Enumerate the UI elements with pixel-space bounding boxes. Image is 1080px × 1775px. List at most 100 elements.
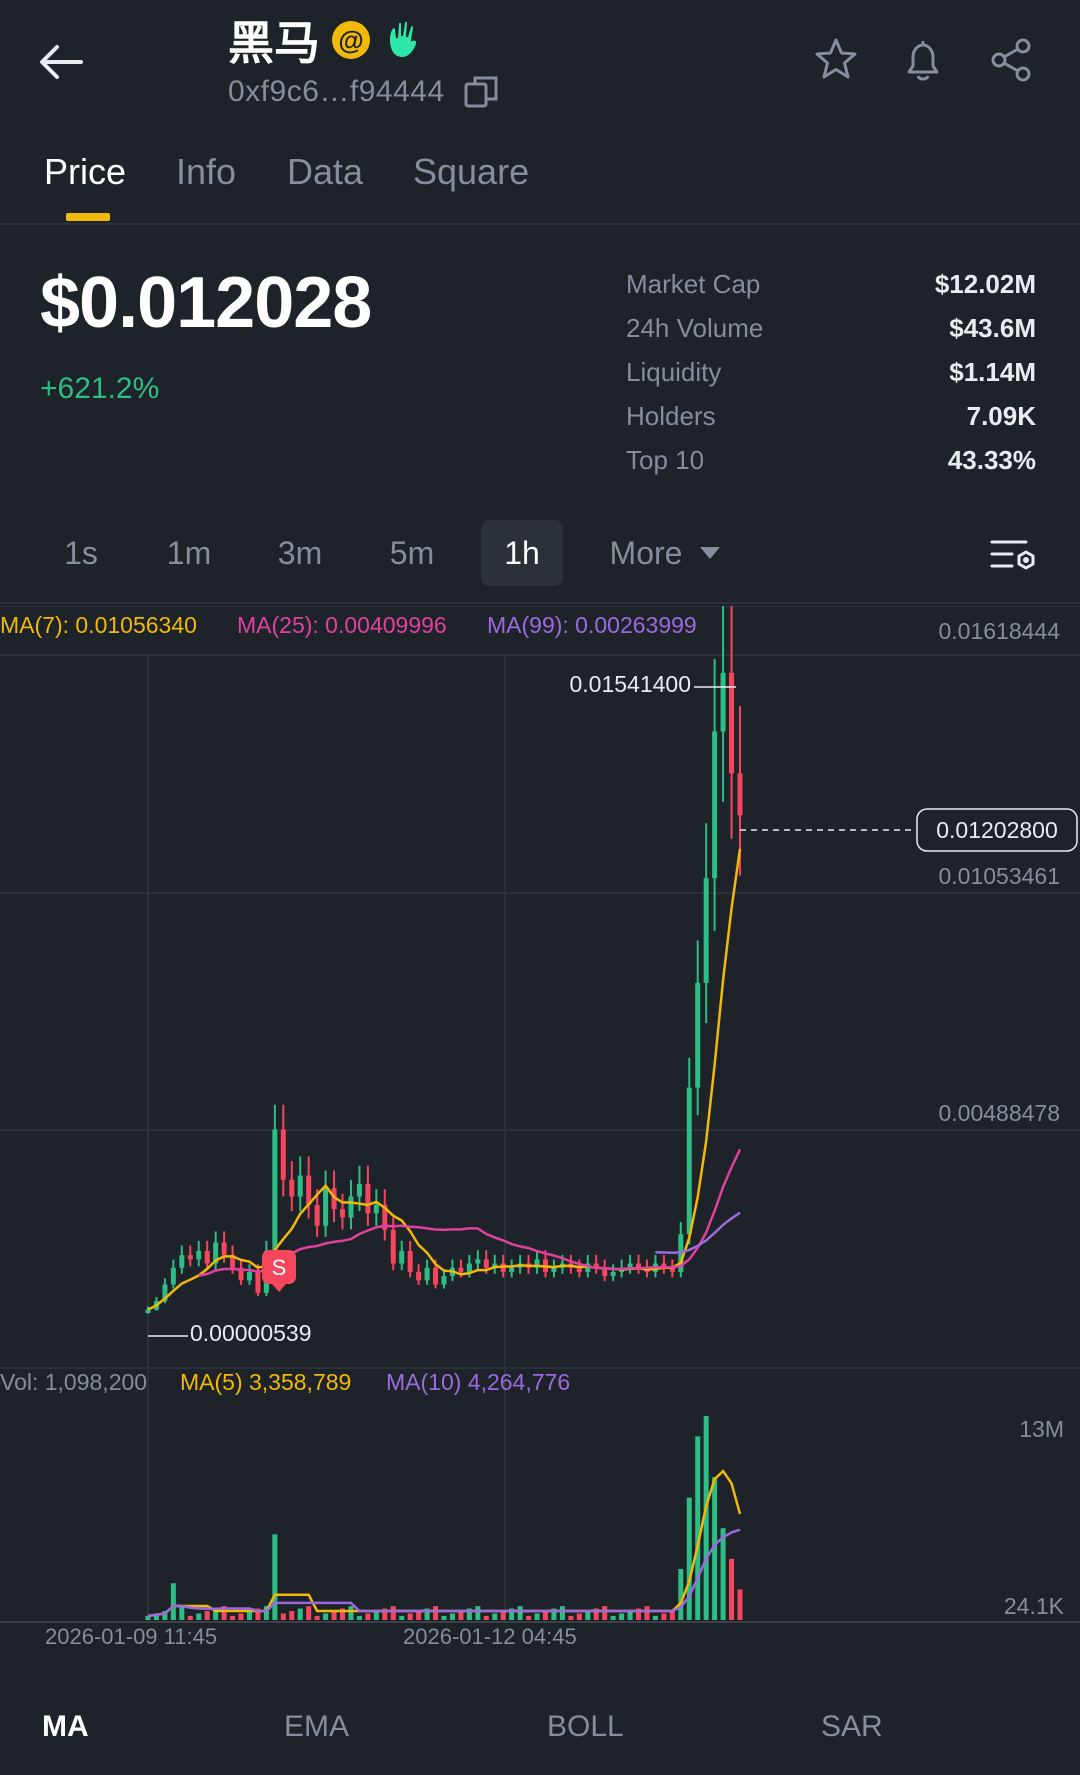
volume-bar (196, 1613, 202, 1620)
tab-data[interactable]: Data (287, 151, 363, 193)
candle (720, 672, 726, 732)
candle (695, 982, 701, 1088)
volume-bar (441, 1615, 447, 1620)
volume-legend-1: MA(5) 3,358,789 (180, 1369, 351, 1395)
candle (356, 1183, 362, 1197)
volume-bar (204, 1611, 210, 1620)
volume-bar (306, 1606, 312, 1620)
volume-bar (729, 1558, 735, 1620)
candle (340, 1209, 346, 1218)
candle (483, 1259, 489, 1268)
candle (441, 1276, 447, 1285)
candle (509, 1267, 515, 1272)
candle (373, 1204, 379, 1214)
volume-bar (289, 1611, 295, 1620)
arrow-left-icon (40, 45, 83, 79)
share-button[interactable] (981, 30, 1041, 90)
interval-more[interactable]: More (600, 520, 730, 586)
candle (196, 1250, 202, 1260)
candle (390, 1230, 396, 1264)
stat-label: Holders (626, 400, 716, 431)
indicator-ma[interactable]: MA (42, 1710, 89, 1744)
volume-bar (483, 1615, 489, 1620)
stat-label: Top 10 (626, 444, 705, 475)
volume-bar (246, 1611, 252, 1620)
current-price-label: 0.01202800 (936, 817, 1058, 843)
price-chart[interactable]: MA(7): 0.01056340 MA(25): 0.00409996 MA(99… (0, 606, 1080, 1656)
candle (407, 1250, 413, 1272)
candle (729, 672, 735, 774)
volume-bar (526, 1615, 532, 1620)
indicator-boll[interactable]: BOLL (547, 1710, 624, 1744)
volume-bar (695, 1436, 701, 1620)
volume-ma5-line (147, 1469, 742, 1618)
volume-bar (568, 1615, 574, 1620)
stat-label: Liquidity (626, 356, 722, 387)
volume-bar (365, 1613, 371, 1620)
low-price-label: 0.00000539 (190, 1320, 312, 1346)
candle (297, 1175, 303, 1197)
tab-active-indicator (66, 213, 110, 221)
indicator-ema[interactable]: EMA (284, 1710, 349, 1744)
chart-settings-icon[interactable] (988, 532, 1038, 582)
share-icon (991, 38, 1031, 82)
back-button[interactable] (28, 30, 92, 94)
stat-liquidity: Liquidity $1.14M (626, 350, 1036, 394)
interval-1h[interactable]: 1h (481, 520, 563, 586)
interval-more-label: More (609, 534, 683, 571)
current-price: $0.012028 (40, 263, 372, 343)
stat-label: 24h Volume (626, 312, 764, 343)
interval-3m[interactable]: 3m (264, 520, 336, 586)
volume-bar (500, 1611, 506, 1620)
stat-value: $43.6M (949, 312, 1036, 343)
tab-square[interactable]: Square (413, 151, 529, 193)
interval-1s[interactable]: 1s (48, 520, 114, 586)
indicator-sar[interactable]: SAR (821, 1710, 883, 1744)
tab-price[interactable]: Price (44, 151, 126, 193)
candle (170, 1267, 176, 1285)
tab-info[interactable]: Info (176, 151, 236, 193)
hand-icon (387, 19, 419, 60)
token-stats: Market Cap $12.02M 24h Volume $43.6M Liq… (626, 262, 1036, 482)
ma99-line (655, 1211, 741, 1255)
caret-down-icon (700, 547, 721, 559)
interval-1m[interactable]: 1m (154, 520, 224, 586)
ma7-line (147, 848, 742, 1311)
candle (323, 1188, 329, 1226)
bell-icon (907, 41, 939, 81)
ma-legend-0: MA(7): 0.01056340 (0, 612, 197, 638)
interval-5m[interactable]: 5m (376, 520, 448, 586)
contract-address: 0xf9c6…f94444 (228, 75, 445, 108)
candle (179, 1255, 185, 1268)
candle (272, 1129, 278, 1251)
volume-bar (644, 1606, 650, 1620)
copy-icon[interactable] (463, 74, 499, 110)
volume-bar (238, 1613, 244, 1620)
volume-bar (373, 1611, 379, 1620)
interval-bar: 1s 1m 3m 5m 1h More (0, 520, 1080, 604)
volume-axis-label: 24.1K (1004, 1593, 1065, 1619)
volume-bar (475, 1606, 481, 1620)
candle (187, 1255, 193, 1260)
candle (712, 731, 718, 879)
candle (576, 1267, 582, 1272)
candle (314, 1204, 320, 1226)
volume-bar (661, 1613, 667, 1620)
sell-marker-label: S (272, 1255, 287, 1280)
tab-bar: Price Info Data Square (0, 125, 1080, 225)
favorite-button[interactable] (806, 30, 866, 90)
volume-bar (678, 1569, 684, 1620)
alert-button[interactable] (893, 30, 953, 90)
candle (204, 1250, 210, 1264)
volume-bar (669, 1611, 675, 1620)
volume-bar (610, 1615, 616, 1620)
volume-legend-2: MA(10) 4,264,776 (386, 1369, 570, 1395)
stat-market-cap: Market Cap $12.02M (626, 262, 1036, 306)
time-axis-label: 2026-01-09 11:45 (45, 1624, 217, 1649)
candle (348, 1196, 354, 1218)
volume-bar (619, 1613, 625, 1620)
candle (458, 1267, 464, 1272)
price-change: +621.2% (40, 372, 160, 405)
token-name: 黑马 (228, 16, 320, 70)
volume-bar (297, 1608, 303, 1620)
